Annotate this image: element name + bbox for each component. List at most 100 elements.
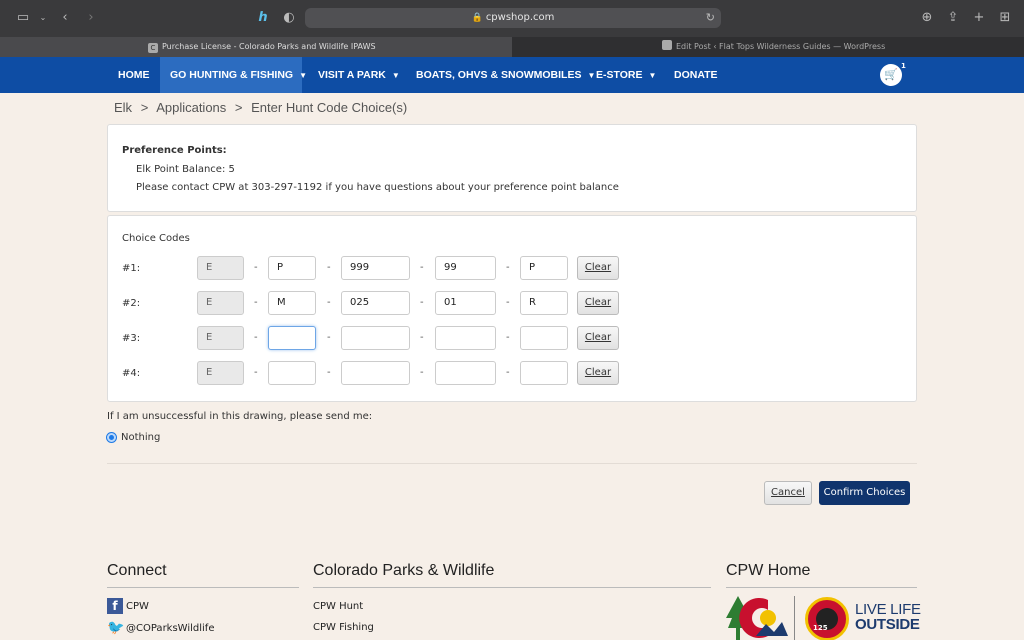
- choice-label: #3:: [122, 333, 141, 344]
- nav-go-hunting-fishing[interactable]: GO HUNTING & FISHING ▼: [160, 57, 307, 93]
- unit-field[interactable]: 025: [341, 291, 410, 315]
- cpw-fishing-link[interactable]: CPW Fishing: [313, 622, 374, 633]
- footer-rule: [313, 587, 711, 588]
- cart-icon[interactable]: 🛒: [880, 64, 902, 86]
- dash: -: [327, 332, 331, 343]
- facebook-link[interactable]: f CPW: [107, 598, 149, 614]
- sex-field[interactable]: M: [268, 291, 316, 315]
- nav-home[interactable]: HOME: [108, 57, 160, 93]
- dash: -: [254, 367, 258, 378]
- breadcrumb-elk[interactable]: Elk: [114, 100, 132, 115]
- choice-row: #4: E - - - - Clear: [108, 361, 918, 387]
- nothing-label: Nothing: [121, 432, 161, 443]
- choice-codes-panel: Choice Codes #1: E - P - 999 - 99 - P Cl…: [107, 215, 917, 402]
- caret-down-icon: ▼: [299, 71, 308, 80]
- clear-button[interactable]: Clear: [577, 256, 619, 280]
- season-field[interactable]: [435, 326, 496, 350]
- radio-selected-icon[interactable]: [107, 433, 116, 442]
- logo-divider: [794, 596, 795, 640]
- dash: -: [327, 367, 331, 378]
- back-icon[interactable]: ‹: [56, 9, 74, 27]
- species-field: E: [197, 326, 244, 350]
- dash: -: [506, 262, 510, 273]
- preference-title: Preference Points:: [122, 145, 227, 156]
- reload-icon[interactable]: ↻: [706, 8, 715, 28]
- method-field[interactable]: [520, 361, 568, 385]
- dash: -: [420, 297, 424, 308]
- contact-text: Please contact CPW at 303-297-1192 if yo…: [136, 182, 619, 193]
- tab-edit-post[interactable]: Edit Post ‹ Flat Tops Wilderness Guides …: [512, 37, 1024, 57]
- dash: -: [506, 297, 510, 308]
- dash: -: [420, 332, 424, 343]
- choice-label: #1:: [122, 263, 141, 274]
- footer-rule: [726, 587, 917, 588]
- caret-down-icon: ▼: [648, 71, 657, 80]
- preference-points-panel: Preference Points: Elk Point Balance: 5 …: [107, 124, 917, 212]
- cpw-logo-icon[interactable]: [726, 596, 788, 640]
- download-icon[interactable]: ⊕: [918, 9, 936, 27]
- unit-field[interactable]: [341, 326, 410, 350]
- chevron-down-icon[interactable]: ⌄: [34, 9, 52, 27]
- nav-e-store[interactable]: E-STORE ▼: [586, 57, 666, 93]
- season-field[interactable]: 99: [435, 256, 496, 280]
- nav-visit-a-park[interactable]: VISIT A PARK ▼: [308, 57, 410, 93]
- sidebar-icon[interactable]: ▭: [14, 9, 32, 27]
- confirm-choices-button[interactable]: Confirm Choices: [819, 481, 910, 505]
- cancel-button[interactable]: Cancel: [764, 481, 812, 505]
- browser-toolbar: ▭ ⌄ ‹ › ℎ ◐ 🔒 cpwshop.com ↻ ⊕ ⇪ + ⊞: [0, 0, 1024, 36]
- dash: -: [506, 332, 510, 343]
- nothing-option[interactable]: Nothing: [107, 432, 160, 443]
- nav-boats-ohvs[interactable]: BOATS, OHVS & SNOWMOBILES ▼: [406, 57, 605, 93]
- forward-icon[interactable]: ›: [82, 9, 100, 27]
- clear-button[interactable]: Clear: [577, 291, 619, 315]
- live-life-outside-logo: LIVE LIFE OUTSIDE: [855, 601, 921, 633]
- season-field[interactable]: 01: [435, 291, 496, 315]
- new-tab-icon[interactable]: +: [970, 9, 988, 27]
- address-bar[interactable]: 🔒 cpwshop.com ↻: [305, 8, 721, 28]
- choice-row: #2: E - M - 025 - 01 - R Clear: [108, 291, 918, 317]
- choice-row: #1: E - P - 999 - 99 - P Clear: [108, 256, 918, 282]
- choice-codes-title: Choice Codes: [122, 233, 190, 244]
- cart-count-badge: 1: [901, 62, 906, 70]
- breadcrumb-current: Enter Hunt Code Choice(s): [251, 100, 408, 115]
- lock-icon: 🔒: [471, 13, 483, 23]
- choice-row: #3: E - - - - Clear: [108, 326, 918, 352]
- footer-cpw-title: Colorado Parks & Wildlife: [313, 562, 495, 579]
- species-field: E: [197, 291, 244, 315]
- twitter-icon: 🐦: [107, 620, 125, 636]
- sex-field[interactable]: [268, 361, 316, 385]
- dash: -: [327, 297, 331, 308]
- clear-button[interactable]: Clear: [577, 326, 619, 350]
- tab-overview-icon[interactable]: ⊞: [996, 9, 1014, 27]
- season-field[interactable]: [435, 361, 496, 385]
- twitter-link[interactable]: 🐦 @COParksWildlife: [107, 621, 214, 635]
- extension-icon[interactable]: ℎ: [254, 9, 272, 27]
- method-field[interactable]: P: [520, 256, 568, 280]
- dash: -: [327, 262, 331, 273]
- breadcrumb-applications[interactable]: Applications: [156, 100, 226, 115]
- clear-button[interactable]: Clear: [577, 361, 619, 385]
- unit-field[interactable]: [341, 361, 410, 385]
- unsuccessful-prompt: If I am unsuccessful in this drawing, pl…: [107, 411, 373, 422]
- sex-field[interactable]: [268, 326, 316, 350]
- cpw-favicon-icon: C: [148, 43, 158, 53]
- sex-field[interactable]: P: [268, 256, 316, 280]
- method-field[interactable]: [520, 326, 568, 350]
- breadcrumb-separator: >: [234, 100, 243, 115]
- cpw-125-seal-icon: 125: [805, 597, 849, 640]
- method-field[interactable]: R: [520, 291, 568, 315]
- dash: -: [254, 297, 258, 308]
- site-nav: HOME GO HUNTING & FISHING ▼ VISIT A PARK ▼…: [0, 57, 1024, 93]
- nav-donate[interactable]: DONATE: [664, 57, 728, 93]
- species-field: E: [197, 256, 244, 280]
- facebook-icon: f: [107, 598, 123, 614]
- shield-icon[interactable]: ◐: [280, 9, 298, 27]
- wordpress-favicon-icon: [662, 40, 672, 50]
- dash: -: [506, 367, 510, 378]
- cpw-hunt-link[interactable]: CPW Hunt: [313, 601, 363, 612]
- unit-field[interactable]: 999: [341, 256, 410, 280]
- point-balance: Elk Point Balance: 5: [136, 164, 235, 175]
- tab-purchase-license[interactable]: C Purchase License - Colorado Parks and W…: [0, 37, 512, 57]
- caret-down-icon: ▼: [391, 71, 400, 80]
- share-icon[interactable]: ⇪: [944, 9, 962, 27]
